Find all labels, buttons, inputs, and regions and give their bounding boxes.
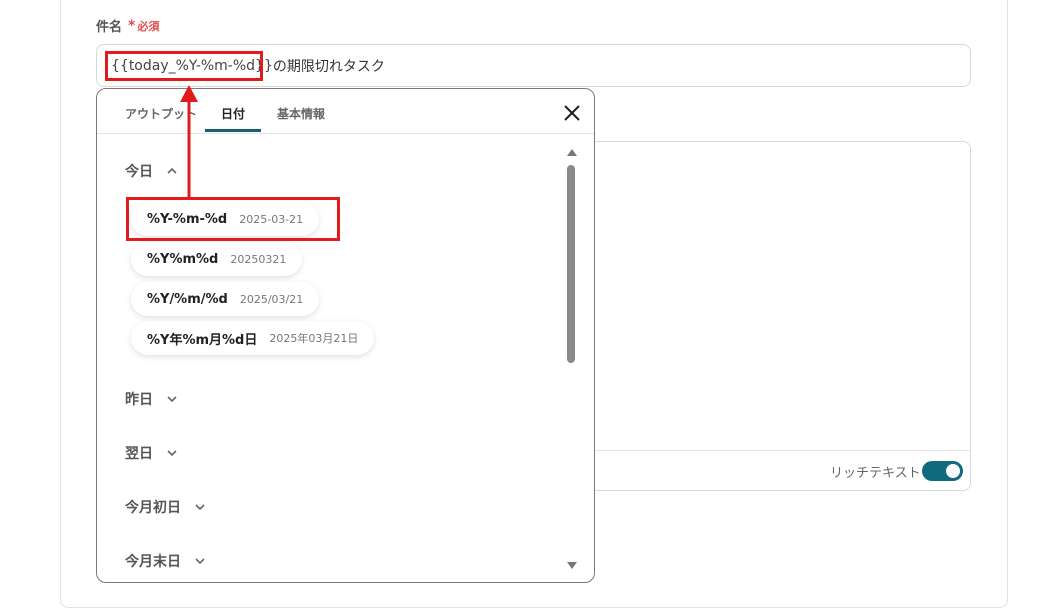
subject-suffix: の期限切れタスク <box>272 58 385 75</box>
annotation-highlight-option <box>126 197 340 241</box>
toggle-knob <box>946 464 960 478</box>
chevron-down-icon <box>167 396 177 403</box>
body-textarea[interactable] <box>560 141 971 491</box>
required-text: 必須 <box>137 19 160 33</box>
tab-output[interactable]: アウトプット <box>125 105 197 122</box>
tab-date[interactable]: 日付 <box>221 105 245 122</box>
section-month-start-header[interactable]: 今月初日 <box>125 497 205 517</box>
subject-field-label: 件名 * 必須 <box>96 16 160 36</box>
section-yesterday-header[interactable]: 昨日 <box>125 389 177 409</box>
chevron-down-icon <box>167 450 177 457</box>
option-format: %Y年%m月%d日 <box>147 332 258 348</box>
popover-tabs: アウトプット 日付 基本情報 <box>97 89 594 134</box>
section-today-header[interactable]: 今日 <box>125 161 177 181</box>
section-tomorrow-header[interactable]: 翌日 <box>125 443 177 463</box>
option-format: %Y/%m/%d <box>147 291 228 307</box>
chevron-down-icon <box>195 504 205 511</box>
scroll-down-arrow-icon[interactable] <box>567 562 577 569</box>
section-tomorrow-label: 翌日 <box>125 446 153 462</box>
chevron-down-icon <box>195 558 205 565</box>
close-button[interactable] <box>561 102 583 124</box>
option-format: %Y%m%d <box>147 251 219 267</box>
scroll-up-arrow-icon[interactable] <box>567 149 577 156</box>
active-tab-indicator <box>205 129 261 132</box>
option-sample: 2025年03月21日 <box>269 332 359 345</box>
option-sample: 2025/03/21 <box>239 292 304 306</box>
close-icon <box>564 105 580 121</box>
section-month-start-label: 今月初日 <box>125 500 181 516</box>
scroll-thumb[interactable] <box>567 165 575 363</box>
required-mark: * <box>128 17 136 34</box>
annotation-highlight-token <box>105 51 263 81</box>
rich-text-toggle[interactable] <box>922 461 963 481</box>
date-format-option[interactable]: %Y/%m/%d 2025/03/21 <box>131 282 320 316</box>
option-sample: 20250321 <box>230 252 287 266</box>
section-today-label: 今日 <box>125 164 153 180</box>
variable-picker-popover: アウトプット 日付 基本情報 今日 %Y-%m-%d 2025-03-21 %Y… <box>96 88 595 583</box>
date-format-option[interactable]: %Y%m%d 20250321 <box>131 242 303 276</box>
rich-text-label: リッチテキスト <box>830 466 921 481</box>
subject-label-text: 件名 <box>96 20 123 35</box>
section-month-end-label: 今月末日 <box>125 554 181 570</box>
page: 件名 * 必須 {{today_%Y-%m-%d}} の期限切れタスク リッチテ… <box>0 0 1059 610</box>
popover-scrollbar[interactable] <box>565 149 577 569</box>
tab-basic-info[interactable]: 基本情報 <box>277 105 325 122</box>
section-month-end-header[interactable]: 今月末日 <box>125 551 205 571</box>
section-yesterday-label: 昨日 <box>125 392 153 408</box>
chevron-up-icon <box>167 167 177 174</box>
body-footer-divider <box>560 450 971 451</box>
date-format-option[interactable]: %Y年%m月%d日 2025年03月21日 <box>131 321 375 355</box>
